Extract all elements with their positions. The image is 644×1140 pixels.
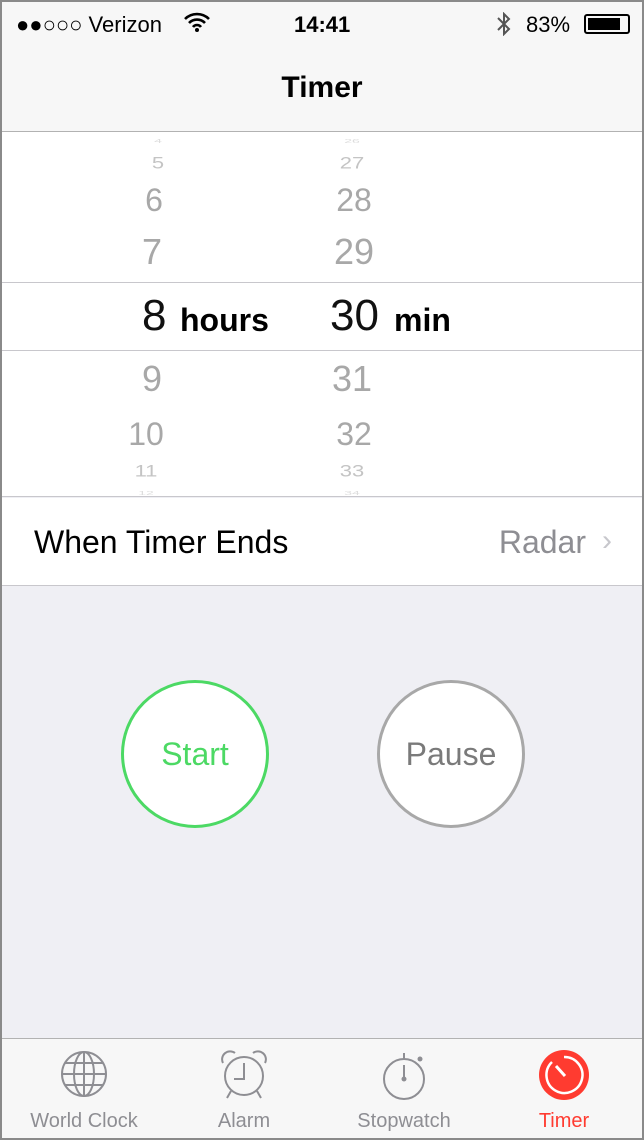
hour-option[interactable]: 12: [138, 490, 154, 496]
sound-value: Radar: [498, 524, 586, 560]
hour-option[interactable]: 10: [128, 418, 164, 450]
alarm-clock-icon: [221, 1050, 267, 1099]
minute-option[interactable]: 32: [336, 418, 372, 450]
tab-label: World Clock: [30, 1110, 138, 1132]
minute-option[interactable]: 33: [340, 462, 364, 480]
bluetooth-icon: [497, 12, 511, 36]
clock: 14:41: [294, 12, 351, 37]
hour-option[interactable]: 9: [142, 361, 162, 397]
battery-percent: 83%: [526, 12, 571, 37]
when-timer-ends-row[interactable]: When Timer Ends Radar ›: [2, 498, 642, 586]
tab-bar: World Clock Alarm Stopwatch Timer: [2, 1038, 642, 1138]
status-bar: ●●○○○ Verizon 14:41 83%: [2, 2, 642, 46]
hour-option[interactable]: 11: [135, 462, 158, 480]
globe-icon: [61, 1051, 107, 1097]
hour-option[interactable]: 7: [142, 234, 162, 270]
minute-option[interactable]: 27: [340, 154, 364, 172]
selection-band: [2, 282, 642, 351]
tab-label: Alarm: [217, 1110, 271, 1132]
tab-stopwatch[interactable]: Stopwatch: [324, 1039, 484, 1139]
hours-unit-label: hours: [180, 302, 269, 338]
tab-world-clock[interactable]: World Clock: [4, 1039, 164, 1139]
hour-option[interactable]: 4: [154, 138, 162, 144]
wifi-icon: [184, 12, 210, 32]
page-title: Timer: [281, 71, 363, 104]
when-timer-ends-label: When Timer Ends: [34, 524, 289, 560]
stopwatch-icon: [383, 1053, 425, 1100]
carrier: ●●○○○ Verizon: [16, 12, 162, 37]
timer-icon: [539, 1050, 589, 1100]
hour-option[interactable]: 6: [145, 184, 163, 216]
minutes-selected[interactable]: 30: [330, 294, 379, 338]
hour-option[interactable]: 5: [152, 154, 164, 172]
tab-label: Stopwatch: [357, 1110, 451, 1132]
minute-option[interactable]: 28: [336, 184, 372, 216]
chevron-right-icon: ›: [602, 524, 612, 557]
start-button[interactable]: Start: [121, 680, 269, 828]
minute-option[interactable]: 34: [344, 490, 360, 496]
minute-option[interactable]: 31: [332, 361, 372, 397]
minutes-unit-label: min: [394, 302, 451, 338]
minute-option[interactable]: 26: [344, 138, 360, 144]
tab-alarm[interactable]: Alarm: [164, 1039, 324, 1139]
battery-icon: [584, 14, 630, 34]
pause-button[interactable]: Pause: [377, 680, 525, 828]
navigation-bar: Timer: [2, 46, 642, 132]
hours-selected[interactable]: 8: [142, 294, 166, 338]
timer-picker[interactable]: 4 5 6 7 8 hours 9 10 11 12 26 27 28 29 3…: [2, 132, 642, 497]
minute-option[interactable]: 29: [334, 234, 374, 270]
tab-label: Timer: [538, 1110, 590, 1132]
tab-timer[interactable]: Timer: [484, 1039, 644, 1139]
